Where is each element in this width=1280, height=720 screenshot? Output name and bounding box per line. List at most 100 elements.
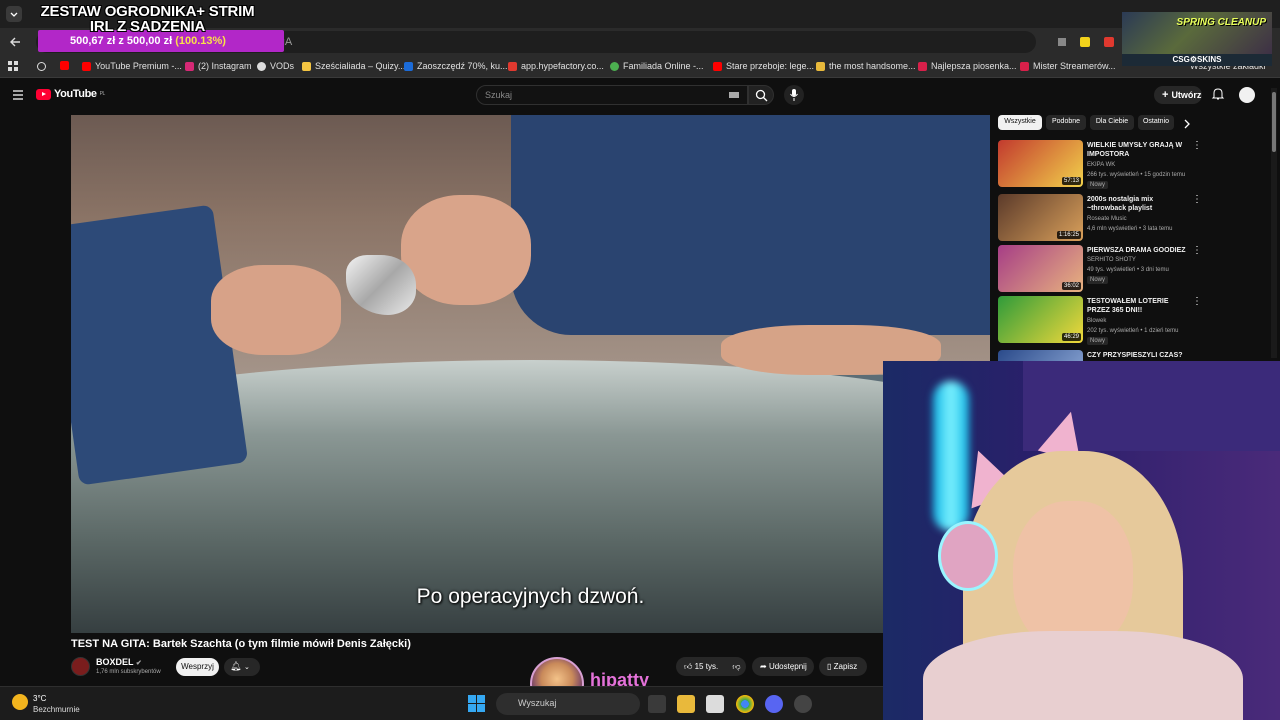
chevron-right-icon[interactable] (1182, 119, 1192, 129)
bookmark-item[interactable]: Mister Streamerów... (1020, 61, 1116, 71)
thumbs-down-icon[interactable]: 👎︎ (732, 662, 740, 671)
quiz-icon (302, 61, 311, 71)
recommendation-title[interactable]: TESTOWAŁEM LOTERIE PRZEZ 365 DNI!! (1087, 297, 1187, 315)
video-frame-hand (401, 195, 531, 305)
search-button[interactable] (748, 85, 774, 105)
bookmark-label: app.hypefactory.co... (521, 61, 604, 71)
more-options-icon[interactable]: ⋮ (1192, 140, 1202, 151)
extension-yellow-icon[interactable] (1078, 35, 1092, 49)
recommendation-title[interactable]: WIELKIE UMYSŁY GRAJĄ W IMPOSTORA (1087, 141, 1187, 159)
more-options-icon[interactable]: ⋮ (1192, 194, 1202, 205)
tab-search-button[interactable] (6, 6, 22, 22)
thumbs-up-icon[interactable]: 👍︎ (684, 662, 692, 671)
file-explorer-icon[interactable] (677, 695, 695, 713)
bookmark-item[interactable]: VODs (257, 61, 294, 71)
app-icon[interactable] (794, 695, 812, 713)
familiada-icon (610, 61, 619, 71)
bookmark-item[interactable]: the most handsome... (816, 61, 916, 71)
bookmark-item[interactable]: Zaoszczędź 70%, ku... (404, 61, 508, 71)
recommendation-item[interactable]: 1:16:25 2000s nostalgia mix ~throwback p… (998, 194, 1202, 242)
extension-icon[interactable] (1055, 35, 1069, 49)
bookmarks-bar: YouTube Premium -... (2) Instagram VODs … (0, 56, 1280, 78)
video-title: TEST NA GITA: Bartek Szachta (o tym film… (71, 638, 411, 650)
video-thumbnail[interactable]: 46:29 (998, 296, 1083, 343)
more-options-icon[interactable]: ⋮ (1192, 245, 1202, 256)
create-button[interactable]: + Utwórz (1154, 86, 1202, 104)
sponsor-logo: CSG⚙SKINS (1122, 54, 1272, 66)
hamburger-menu-icon[interactable] (12, 89, 24, 101)
task-view-icon[interactable] (648, 695, 666, 713)
subscriber-count: 1,76 mln subskrybentów (96, 669, 161, 675)
bookmark-label: Stare przeboje: lege... (726, 61, 815, 71)
channel-name[interactable]: BOXDEL ✔ (96, 657, 142, 667)
start-button[interactable] (468, 695, 486, 713)
discord-icon[interactable] (765, 695, 783, 713)
save-label: Zapisz (833, 662, 858, 671)
chrome-icon[interactable] (736, 695, 754, 713)
extension-red-icon[interactable] (1102, 35, 1116, 49)
bookmark-item[interactable]: app.hypefactory.co... (508, 61, 604, 71)
weather-temperature[interactable]: 3°C (33, 694, 46, 703)
steam-icon (404, 61, 413, 71)
video-thumbnail[interactable]: 1:16:25 (998, 194, 1083, 241)
bookmark-item[interactable]: YouTube Premium -... (82, 61, 182, 71)
bookmark-label: Najlepsza piosenka... (931, 61, 1017, 71)
weather-moon-icon[interactable] (12, 694, 28, 710)
video-thumbnail[interactable]: 57:13 (998, 140, 1083, 187)
bookmark-label: (2) Instagram (198, 61, 252, 71)
recommendation-channel[interactable]: SERHITO SHOTY (1087, 257, 1136, 263)
bell-icon: 🔔︎ (230, 661, 242, 671)
store-icon[interactable] (706, 695, 724, 713)
bookmark-label: Sześcialiada – Quizy... (315, 61, 406, 71)
search-input[interactable]: Szukaj (476, 85, 748, 105)
sponsor-overlay: SPRING CLEANUP CSG⚙SKINS (1122, 12, 1272, 66)
youtube-play-icon (36, 88, 51, 100)
apps-grid-icon[interactable] (8, 61, 19, 72)
page-scrollbar[interactable] (1271, 88, 1277, 358)
youtube-logo[interactable]: YouTube PL (36, 88, 105, 100)
recommendation-channel[interactable]: Roseate Music (1087, 216, 1127, 222)
recommendation-item[interactable]: 57:13 WIELKIE UMYSŁY GRAJĄ W IMPOSTORA E… (998, 140, 1202, 189)
share-button[interactable]: ➦ Udostępnij (752, 657, 814, 676)
bookmark-item[interactable]: Stare przeboje: lege... (713, 61, 814, 71)
recommendation-channel[interactable]: EKIPA WK (1087, 162, 1115, 168)
new-badge: Nowy (1087, 337, 1109, 345)
webcam-person-shirt (923, 631, 1243, 720)
recommendation-item[interactable]: 46:29 TESTOWAŁEM LOTERIE PRZEZ 365 DNI!!… (998, 296, 1202, 345)
bookmark-item[interactable]: (2) Instagram (185, 61, 252, 71)
bookmark-item[interactable]: Najlepsza piosenka... (918, 61, 1017, 71)
weather-description[interactable]: Bezchmurnie (33, 705, 80, 714)
more-options-icon[interactable]: ⋮ (1192, 296, 1202, 307)
recommendation-item[interactable]: 36:02 PIERWSZA DRAMA GOODIEZ SERHITO SHO… (998, 245, 1202, 293)
voice-search-button[interactable] (784, 85, 804, 105)
back-arrow-icon[interactable] (8, 35, 22, 49)
chip-similar[interactable]: Podobne (1046, 115, 1086, 130)
keyboard-icon[interactable] (729, 91, 739, 99)
recommendation-channel[interactable]: Blowek (1087, 318, 1106, 324)
bookmark-item[interactable]: Sześcialiada – Quizy... (302, 61, 405, 71)
taskbar-search[interactable]: Wyszukaj (496, 693, 640, 715)
recommendation-title[interactable]: CZY PRZYSPIESZYLI CZAS? (1087, 351, 1187, 360)
save-button[interactable]: ▯ Zapisz (819, 657, 867, 676)
windows-logo-icon (477, 704, 485, 712)
bookmark-favicon (1020, 61, 1029, 71)
chip-for-you[interactable]: Dla Ciebie (1090, 115, 1134, 130)
channel-avatar[interactable] (71, 657, 90, 676)
subscription-bell-button[interactable]: 🔔︎ ⌄ (224, 658, 260, 676)
bookmark-folder-icon[interactable] (36, 61, 47, 72)
notifications-bell-icon[interactable] (1211, 87, 1225, 101)
video-thumbnail[interactable]: 36:02 (998, 245, 1083, 292)
recommendation-title[interactable]: PIERWSZA DRAMA GOODIEZ (1087, 246, 1187, 255)
like-dislike-control[interactable]: 👍︎ 15 tys. 👎︎ (676, 657, 746, 676)
scrollbar-thumb[interactable] (1272, 92, 1276, 152)
recommendation-title[interactable]: 2000s nostalgia mix ~throwback playlist (1087, 195, 1187, 213)
hypefactory-icon (508, 61, 517, 71)
bookmark-item[interactable]: Familiada Online -... (610, 61, 704, 71)
account-avatar[interactable] (1239, 87, 1255, 103)
windows-logo-icon (468, 695, 476, 703)
bookmark-item[interactable] (60, 61, 69, 70)
chip-all[interactable]: Wszystkie (998, 115, 1042, 130)
chip-recent[interactable]: Ostatnio (1138, 115, 1174, 130)
video-player[interactable]: Po operacyjnych dzwoń. (71, 115, 990, 633)
support-button[interactable]: Wesprzyj (176, 658, 219, 676)
